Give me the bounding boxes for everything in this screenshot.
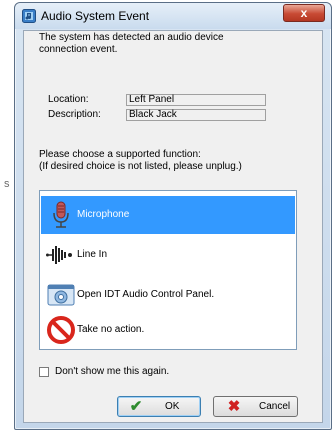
- title-bar[interactable]: Audio System Event x: [15, 3, 331, 29]
- option-label: Open IDT Audio Control Panel.: [77, 289, 215, 300]
- option-line-in[interactable]: Line In: [41, 236, 295, 274]
- cancel-label: Cancel: [259, 401, 291, 412]
- location-value: Left Panel: [126, 94, 266, 106]
- microphone-icon: [53, 201, 69, 228]
- description-value: Black Jack: [126, 109, 266, 121]
- option-label: Take no action.: [77, 324, 145, 335]
- ok-button[interactable]: ✔ OK: [117, 396, 201, 417]
- window-title: Audio System Event: [41, 9, 150, 23]
- description-label: Description:: [48, 109, 101, 120]
- option-label: Line In: [77, 249, 108, 260]
- option-open-idt-control-panel[interactable]: Open IDT Audio Control Panel.: [41, 276, 295, 314]
- prompt-line-1: Please choose a supported function:: [39, 149, 201, 160]
- dont-show-again-checkbox[interactable]: [39, 367, 49, 377]
- ok-label: OK: [165, 401, 180, 412]
- function-listbox[interactable]: Microphone Line In Open IDT Audio Contro…: [39, 190, 297, 350]
- background-fragment: s: [4, 178, 10, 190]
- dont-show-again-label: Don't show me this again.: [55, 366, 170, 377]
- option-microphone[interactable]: Microphone: [41, 196, 295, 234]
- cancel-button[interactable]: ✖ Cancel: [213, 396, 298, 417]
- screen: s Audio System Event x The system has de…: [0, 0, 336, 436]
- option-label: Microphone: [77, 209, 130, 220]
- prompt-line-2: (If desired choice is not listed, please…: [39, 161, 242, 172]
- option-take-no-action[interactable]: Take no action.: [41, 311, 295, 349]
- audio-app-icon: [22, 9, 36, 23]
- no-action-icon: [47, 316, 75, 344]
- location-label: Location:: [48, 94, 89, 105]
- control-panel-icon: [47, 284, 75, 306]
- choose-function-prompt: Please choose a supported function: (If …: [39, 149, 289, 173]
- close-button[interactable]: x: [283, 4, 325, 22]
- intro-text: The system has detected an audio device …: [39, 32, 224, 55]
- x-mark-icon: ✖: [227, 398, 241, 415]
- close-icon: x: [300, 6, 308, 20]
- checkmark-icon: ✔: [129, 398, 143, 415]
- line-in-icon: [46, 246, 72, 264]
